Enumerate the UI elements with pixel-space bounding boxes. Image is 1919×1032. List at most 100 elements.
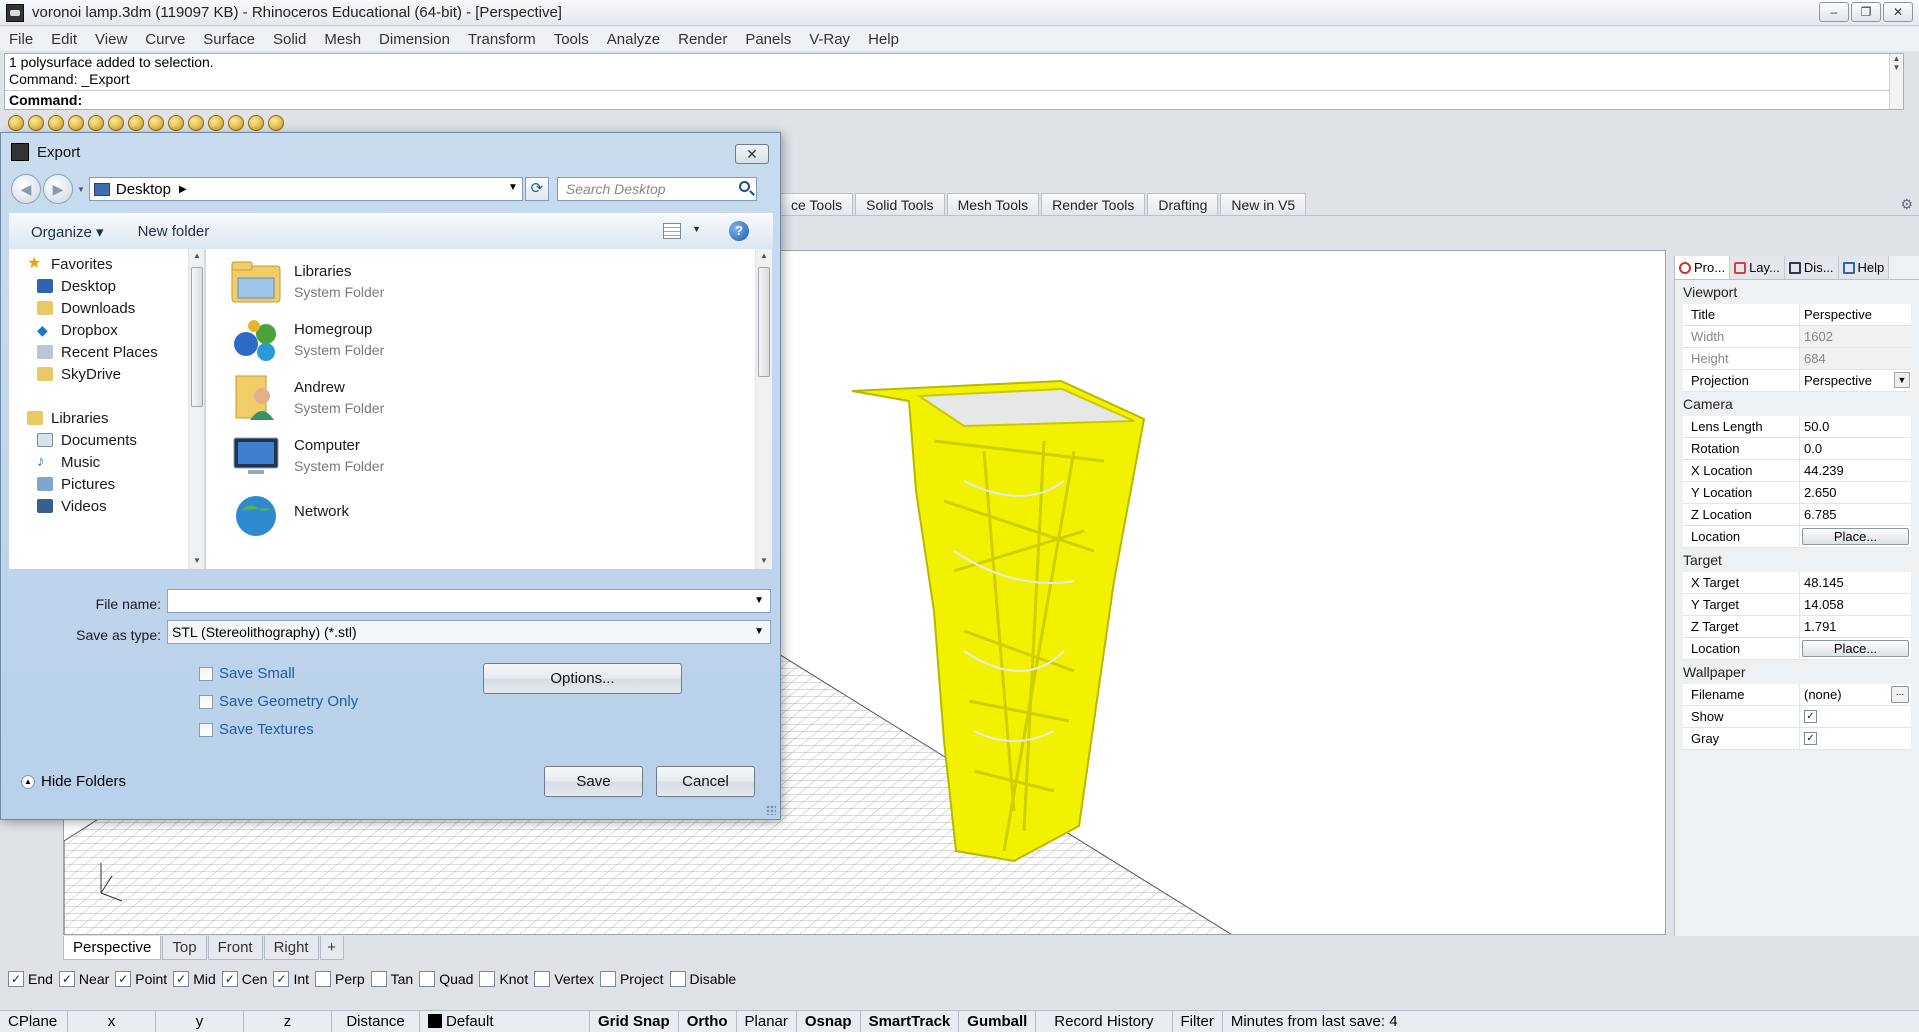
prop-zloc-field[interactable]: 6.785 xyxy=(1799,504,1911,526)
command-scrollbar[interactable]: ▲ ▼ xyxy=(1889,54,1903,109)
tree-item-pictures[interactable]: Pictures xyxy=(37,473,204,495)
toolbar-icon[interactable] xyxy=(68,115,84,131)
scroll-thumb[interactable] xyxy=(758,267,770,377)
tab-solid-tools[interactable]: Solid Tools xyxy=(855,193,945,215)
save-geometry-only-option[interactable]: Save Geometry Only xyxy=(199,693,358,710)
menu-view[interactable]: View xyxy=(86,31,136,48)
cancel-button[interactable]: Cancel xyxy=(656,766,755,797)
menu-file[interactable]: File xyxy=(0,31,42,48)
menu-transform[interactable]: Transform xyxy=(459,31,545,48)
toolbar-icon[interactable] xyxy=(8,115,24,131)
chevron-down-icon[interactable]: ▼ xyxy=(1894,372,1910,388)
toolbar-icon[interactable] xyxy=(148,115,164,131)
scroll-down-icon[interactable]: ▼ xyxy=(760,556,768,565)
tree-item-skydrive[interactable]: SkyDrive xyxy=(37,363,204,385)
tab-render-tools[interactable]: Render Tools xyxy=(1041,193,1146,215)
osnap-checkbox[interactable]: ✓ xyxy=(273,971,290,987)
gray-checkbox[interactable]: ✓ xyxy=(1804,732,1817,745)
tab-right[interactable]: Right xyxy=(263,936,319,960)
maximize-button[interactable]: ❐ xyxy=(1851,2,1881,22)
scroll-down-icon[interactable]: ▼ xyxy=(193,556,201,565)
osnap-checkbox[interactable] xyxy=(599,971,616,987)
organize-button[interactable]: Organize ▾ xyxy=(31,223,104,241)
new-folder-button[interactable]: New folder xyxy=(138,223,210,240)
menu-panels[interactable]: Panels xyxy=(736,31,800,48)
osnap-checkbox[interactable]: ✓ xyxy=(58,971,75,987)
prop-xtarget-field[interactable]: 48.145 xyxy=(1799,572,1911,594)
show-checkbox[interactable]: ✓ xyxy=(1804,710,1817,723)
save-textures-option[interactable]: Save Textures xyxy=(199,721,314,738)
breadcrumb-arrow-icon[interactable]: ▶ xyxy=(179,184,187,195)
menu-vray[interactable]: V-Ray xyxy=(800,31,859,48)
hide-folders-toggle[interactable]: ▲ Hide Folders xyxy=(21,773,126,790)
osnap-tan[interactable]: Tan xyxy=(370,971,413,987)
browse-wallpaper-button[interactable]: ... xyxy=(1891,686,1909,703)
menu-curve[interactable]: Curve xyxy=(136,31,194,48)
recent-locations-dropdown[interactable]: ▼ xyxy=(77,185,85,194)
resize-grip[interactable] xyxy=(766,805,776,815)
chevron-down-icon[interactable]: ▼ xyxy=(754,621,764,643)
prop-projection-select[interactable]: Perspective ▼ xyxy=(1799,370,1911,392)
tab-help[interactable]: Help xyxy=(1838,256,1890,279)
toolbar-icon[interactable] xyxy=(128,115,144,131)
status-record-history[interactable]: Record History xyxy=(1036,1010,1173,1032)
address-dropdown-icon[interactable]: ▼ xyxy=(508,182,518,193)
toolbar-icon[interactable] xyxy=(108,115,124,131)
file-item-homegroup[interactable]: Homegroup System Folder xyxy=(230,311,384,367)
prop-filename-field[interactable]: (none)... xyxy=(1799,684,1911,706)
scroll-thumb[interactable] xyxy=(191,267,203,407)
osnap-checkbox[interactable]: ✓ xyxy=(115,971,132,987)
osnap-cen[interactable]: ✓ Cen xyxy=(221,971,267,987)
prop-ytarget-field[interactable]: 14.058 xyxy=(1799,594,1911,616)
tab-properties[interactable]: Pro... xyxy=(1675,256,1731,279)
place-camera-button[interactable]: Place... xyxy=(1802,528,1909,545)
back-arrow-icon[interactable]: ◀ xyxy=(11,174,41,204)
status-smarttrack[interactable]: SmartTrack xyxy=(861,1010,960,1032)
osnap-perp[interactable]: Perp xyxy=(315,971,365,987)
menu-mesh[interactable]: Mesh xyxy=(315,31,370,48)
osnap-quad[interactable]: Quad xyxy=(419,971,473,987)
osnap-near[interactable]: ✓ Near xyxy=(58,971,109,987)
save-textures-checkbox[interactable] xyxy=(199,722,213,737)
file-item-libraries[interactable]: Libraries System Folder xyxy=(230,253,384,309)
menu-solid[interactable]: Solid xyxy=(264,31,315,48)
chevron-down-icon[interactable]: ▼ xyxy=(754,590,764,612)
osnap-disable[interactable]: Disable xyxy=(669,971,736,987)
toolbar-icon[interactable] xyxy=(168,115,184,131)
prop-title-field[interactable]: Perspective xyxy=(1799,304,1911,326)
search-icon[interactable] xyxy=(738,181,750,192)
toolbar-icon[interactable] xyxy=(48,115,64,131)
save-as-type-select[interactable]: STL (Stereolithography) (*.stl) ▼ xyxy=(167,620,771,644)
close-window-button[interactable]: ✕ xyxy=(1883,2,1913,22)
osnap-int[interactable]: ✓ Int xyxy=(273,971,309,987)
save-button[interactable]: Save xyxy=(544,766,643,797)
minimize-button[interactable]: – xyxy=(1819,2,1849,22)
osnap-checkbox[interactable] xyxy=(669,971,686,987)
file-list-scrollbar[interactable]: ▲ ▼ xyxy=(755,249,772,569)
tab-surface-tools[interactable]: ce Tools xyxy=(780,193,854,215)
tree-scrollbar[interactable]: ▲ ▼ xyxy=(188,249,204,569)
osnap-mid[interactable]: ✓ Mid xyxy=(173,971,216,987)
tab-perspective[interactable]: Perspective xyxy=(63,936,162,960)
address-location[interactable]: Desktop xyxy=(116,181,171,198)
toolbar-icon[interactable] xyxy=(28,115,44,131)
tree-item-desktop[interactable]: Desktop xyxy=(37,275,204,297)
menu-render[interactable]: Render xyxy=(669,31,736,48)
prop-rotation-field[interactable]: 0.0 xyxy=(1799,438,1911,460)
tab-mesh-tools[interactable]: Mesh Tools xyxy=(946,193,1040,215)
osnap-point[interactable]: ✓ Point xyxy=(115,971,167,987)
osnap-checkbox[interactable] xyxy=(315,971,332,987)
toolbar-icon[interactable] xyxy=(228,115,244,131)
tree-item-videos[interactable]: Videos xyxy=(37,495,204,517)
osnap-end[interactable]: ✓ End xyxy=(8,971,53,987)
status-filter[interactable]: Filter xyxy=(1173,1010,1223,1032)
tree-item-favorites[interactable]: ★ Favorites xyxy=(27,253,204,275)
menu-surface[interactable]: Surface xyxy=(194,31,264,48)
command-prompt[interactable]: Command: xyxy=(5,90,1903,109)
tree-item-recent-places[interactable]: Recent Places xyxy=(37,341,204,363)
osnap-checkbox[interactable] xyxy=(419,971,436,987)
address-bar[interactable]: Desktop ▶ ▼ xyxy=(88,177,523,201)
osnap-checkbox[interactable]: ✓ xyxy=(8,971,24,987)
tab-top[interactable]: Top xyxy=(162,936,207,960)
prop-yloc-field[interactable]: 2.650 xyxy=(1799,482,1911,504)
